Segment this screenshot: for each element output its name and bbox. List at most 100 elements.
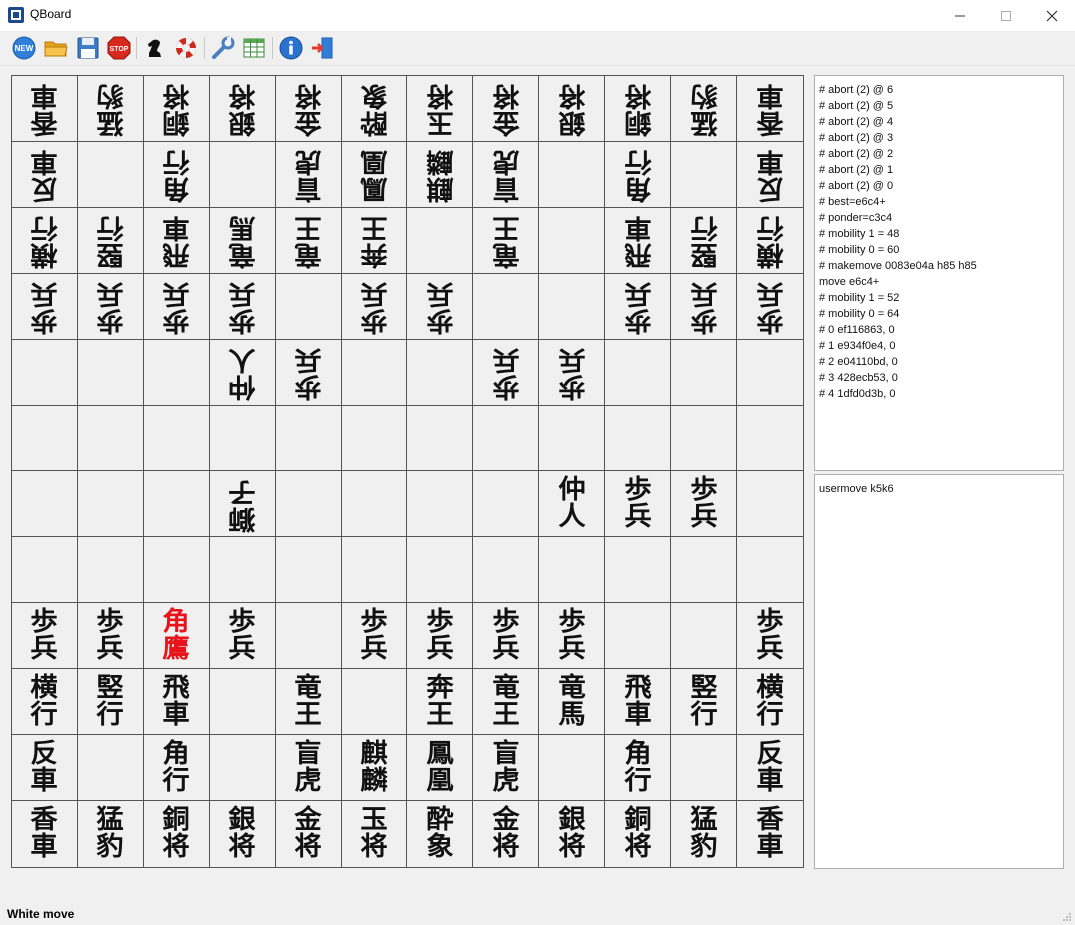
board-square[interactable]: 反車 — [12, 735, 78, 802]
sente-piece[interactable]: 飛車 — [624, 674, 651, 729]
board-square[interactable] — [473, 405, 540, 472]
sente-piece[interactable]: 横行 — [756, 674, 783, 729]
board-square[interactable]: 竜王 — [275, 207, 342, 274]
gote-piece[interactable]: 金将 — [492, 80, 519, 137]
board-square[interactable] — [77, 339, 144, 406]
board-square[interactable]: 飛車 — [143, 669, 210, 736]
board-square[interactable]: 横行 — [12, 669, 78, 736]
board-square[interactable] — [77, 537, 144, 604]
sente-piece[interactable]: 金将 — [492, 807, 519, 861]
board-square[interactable] — [605, 603, 672, 670]
board-square[interactable]: 竜王 — [275, 669, 342, 736]
gote-piece[interactable]: 横行 — [31, 212, 58, 269]
board-square[interactable]: 歩兵 — [12, 273, 78, 340]
board-square[interactable]: 金将 — [275, 76, 342, 142]
board-square[interactable] — [77, 471, 144, 538]
board-square[interactable] — [671, 339, 738, 406]
gote-piece[interactable]: 横行 — [756, 212, 783, 269]
board-square[interactable]: 盲虎 — [275, 735, 342, 802]
board-square[interactable]: 反車 — [737, 142, 803, 208]
gote-piece[interactable]: 歩兵 — [97, 278, 124, 335]
gote-piece[interactable]: 飛車 — [624, 212, 651, 269]
gote-piece[interactable]: 鳳凰 — [360, 146, 387, 203]
sente-piece[interactable]: 麒麟 — [360, 740, 387, 795]
sente-piece[interactable]: 鳳凰 — [426, 740, 453, 795]
sente-piece[interactable]: 玉将 — [360, 807, 387, 861]
board-square[interactable]: 玉将 — [342, 801, 408, 867]
board-square[interactable]: 歩兵 — [275, 339, 342, 406]
new-game-button[interactable]: NEW — [11, 35, 37, 61]
maximize-button[interactable] — [983, 0, 1029, 31]
sente-piece[interactable]: 飛車 — [163, 674, 190, 729]
board-square[interactable] — [671, 735, 738, 802]
board-square[interactable] — [539, 207, 606, 274]
board-square[interactable] — [209, 141, 276, 208]
board-square[interactable]: 反車 — [12, 141, 78, 208]
board-square[interactable] — [539, 141, 606, 208]
sente-piece[interactable]: 角行 — [624, 740, 651, 795]
board-square[interactable]: 歩兵 — [143, 273, 210, 340]
board-square[interactable]: 歩兵 — [341, 603, 408, 670]
board-square[interactable]: 歩兵 — [737, 274, 803, 340]
gote-piece[interactable]: 香車 — [31, 80, 58, 137]
board-square[interactable] — [539, 273, 606, 340]
board-square[interactable]: 猛豹 — [671, 801, 738, 867]
board-square[interactable]: 仲人 — [209, 339, 276, 406]
board-square[interactable] — [539, 537, 606, 604]
board-square[interactable] — [407, 405, 474, 472]
gote-piece[interactable]: 奔王 — [360, 212, 387, 269]
board-square[interactable]: 歩兵 — [473, 339, 540, 406]
board-square[interactable]: 盲虎 — [473, 141, 540, 208]
board-square[interactable]: 香車 — [737, 801, 803, 867]
board-square[interactable] — [275, 273, 342, 340]
board-square[interactable] — [671, 603, 738, 670]
board-square[interactable]: 反車 — [737, 735, 803, 802]
minimize-button[interactable] — [937, 0, 983, 31]
board-square[interactable] — [737, 340, 803, 406]
board-square[interactable]: 角鷹 — [143, 603, 210, 670]
board-square[interactable] — [209, 669, 276, 736]
sente-piece[interactable]: 竜王 — [294, 674, 321, 729]
sente-piece[interactable]: 反車 — [31, 740, 58, 795]
gote-piece[interactable]: 銅将 — [624, 80, 651, 137]
board-square[interactable] — [12, 537, 78, 604]
board-square[interactable]: 銀将 — [210, 801, 276, 867]
sente-piece[interactable]: 猛豹 — [97, 807, 124, 861]
exit-button[interactable] — [309, 35, 335, 61]
sente-piece[interactable]: 歩兵 — [97, 608, 124, 663]
sente-piece[interactable]: 香車 — [31, 807, 58, 861]
board-square[interactable]: 横行 — [737, 208, 803, 274]
sente-piece[interactable]: 歩兵 — [492, 608, 519, 663]
board-square[interactable] — [341, 669, 408, 736]
board-square[interactable]: 銀将 — [539, 76, 606, 142]
open-button[interactable] — [43, 35, 69, 61]
sente-piece[interactable]: 歩兵 — [690, 476, 717, 531]
sente-piece[interactable]: 歩兵 — [558, 608, 585, 663]
board-square[interactable]: 酔象 — [341, 76, 408, 142]
board-square[interactable]: 麒麟 — [407, 141, 474, 208]
board-square[interactable] — [77, 735, 144, 802]
engine-output-log[interactable]: # abort (2) @ 6 # abort (2) @ 5 # abort (2… — [814, 75, 1064, 471]
board-square[interactable]: 金将 — [276, 801, 342, 867]
board-square[interactable] — [209, 537, 276, 604]
gote-piece[interactable]: 竜馬 — [229, 212, 256, 269]
gote-piece[interactable]: 歩兵 — [163, 278, 190, 335]
sente-piece[interactable]: 銅将 — [624, 807, 651, 861]
gote-piece[interactable]: 竪行 — [97, 212, 124, 269]
sente-piece[interactable]: 銅将 — [163, 807, 190, 861]
sente-piece[interactable]: 竜王 — [492, 674, 519, 729]
sente-piece[interactable]: 竪行 — [97, 674, 124, 729]
gote-piece[interactable]: 麒麟 — [426, 146, 453, 203]
board-square[interactable] — [77, 405, 144, 472]
board-square[interactable]: 歩兵 — [671, 273, 738, 340]
board-square[interactable]: 竜王 — [473, 207, 540, 274]
board-square[interactable] — [341, 471, 408, 538]
board-square[interactable]: 歩兵 — [473, 603, 540, 670]
board-square[interactable] — [473, 471, 540, 538]
board-square[interactable]: 横行 — [12, 207, 78, 274]
board-square[interactable]: 銅将 — [144, 801, 210, 867]
board-square[interactable]: 金将 — [473, 801, 540, 867]
shogi-board[interactable]: 香車猛豹銅将銀将金将酔象玉将金将銀将銅将猛豹香車反車角行盲虎鳳凰麒麟盲虎角行反車… — [11, 75, 804, 868]
board-square[interactable]: 奔王 — [341, 207, 408, 274]
board-square[interactable] — [12, 405, 78, 472]
